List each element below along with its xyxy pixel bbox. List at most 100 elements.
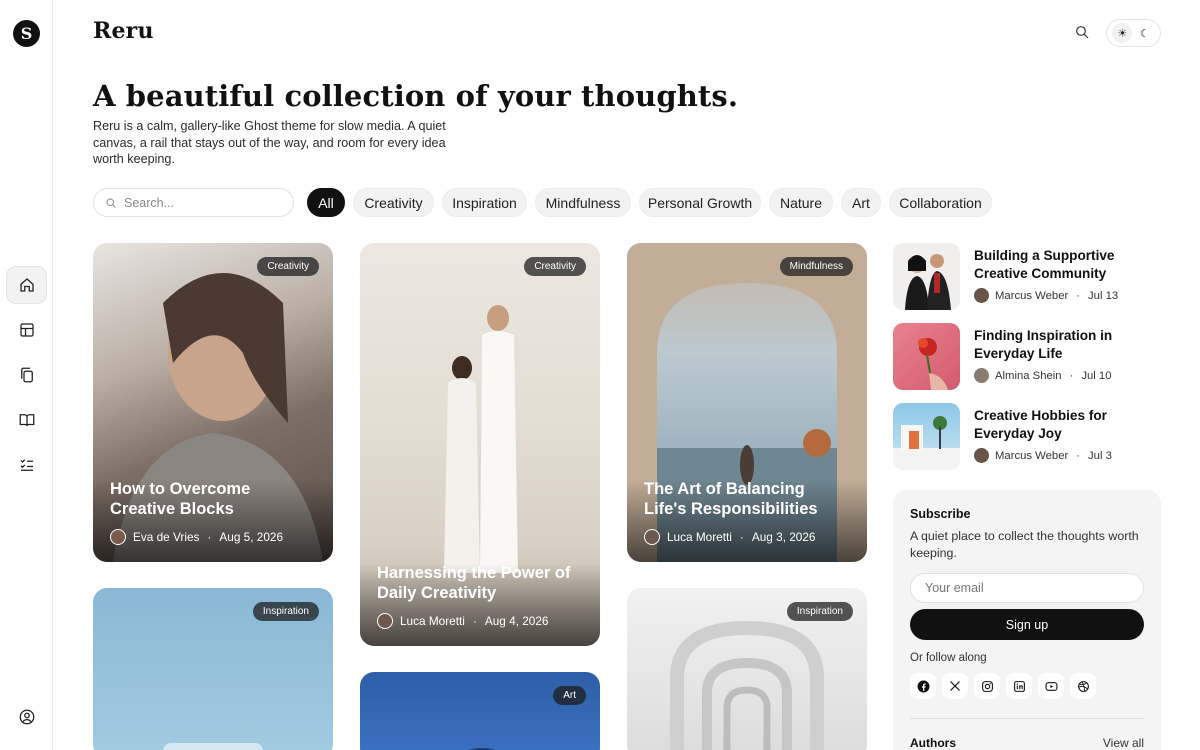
- category-badge[interactable]: Creativity: [257, 257, 319, 276]
- separator: ·: [1069, 369, 1074, 382]
- tag-nature[interactable]: Nature: [769, 188, 833, 217]
- post-card[interactable]: Inspiration: [627, 588, 867, 750]
- post-meta: Marcus Weber · Jul 13: [974, 288, 1118, 303]
- authors-heading: Authors: [910, 736, 956, 750]
- checklist-icon[interactable]: [6, 446, 47, 484]
- tag-mindfulness[interactable]: Mindfulness: [535, 188, 631, 217]
- email-field[interactable]: [910, 573, 1144, 603]
- sun-icon[interactable]: ☀: [1112, 23, 1133, 43]
- avatar[interactable]: [110, 529, 126, 545]
- separator: ·: [1076, 449, 1081, 462]
- linkedin-icon[interactable]: [1006, 673, 1032, 699]
- post-date: Aug 5, 2026: [219, 530, 284, 544]
- copy-icon[interactable]: [6, 356, 47, 394]
- post-image: [467, 748, 497, 750]
- side-post-item[interactable]: Creative Hobbies for Everyday Joy Marcus…: [893, 403, 1161, 470]
- side-post-item[interactable]: Building a Supportive Creative Community…: [893, 243, 1161, 310]
- author-name[interactable]: Eva de Vries: [133, 530, 199, 544]
- card-overlay: How to Overcome Creative Blocks Eva de V…: [93, 479, 333, 562]
- social-links: [910, 673, 1144, 699]
- moon-icon[interactable]: ☾: [1135, 23, 1155, 43]
- post-date: Jul 13: [1088, 289, 1119, 302]
- follow-label: Or follow along: [910, 652, 987, 664]
- site-brand[interactable]: Reru: [93, 18, 154, 44]
- post-title[interactable]: The Art of Balancing Life's Responsibili…: [644, 479, 850, 519]
- post-card[interactable]: Creativity Harnessing the Power of Daily…: [360, 243, 600, 646]
- email-input[interactable]: [925, 581, 1125, 595]
- post-image: [918, 338, 948, 390]
- post-date: Jul 3: [1088, 449, 1112, 462]
- search-field[interactable]: [93, 188, 294, 217]
- layout-icon[interactable]: [6, 311, 47, 349]
- sign-up-button[interactable]: Sign up: [910, 609, 1144, 640]
- dribbble-icon[interactable]: [1070, 673, 1096, 699]
- post-date: Jul 10: [1081, 369, 1112, 382]
- search-input[interactable]: [124, 195, 284, 210]
- author-name[interactable]: Luca Moretti: [667, 530, 732, 544]
- facebook-icon[interactable]: [910, 673, 936, 699]
- post-thumbnail[interactable]: [893, 323, 960, 390]
- tag-creativity[interactable]: Creativity: [353, 188, 434, 217]
- theme-toggle[interactable]: ☀ ☾: [1106, 19, 1161, 47]
- site-logo-icon[interactable]: S: [13, 20, 40, 47]
- avatar[interactable]: [644, 529, 660, 545]
- post-card[interactable]: Creativity How to Overcome Creative Bloc…: [93, 243, 333, 562]
- category-badge[interactable]: Art: [553, 686, 586, 705]
- post-image: [893, 416, 960, 470]
- post-thumbnail[interactable]: [893, 243, 960, 310]
- post-date: Aug 4, 2026: [484, 614, 549, 628]
- post-date: Aug 3, 2026: [751, 530, 816, 544]
- search-icon[interactable]: [1074, 24, 1092, 42]
- post-card[interactable]: Art: [360, 672, 600, 750]
- post-meta: Luca Moretti · Aug 3, 2026: [644, 529, 850, 545]
- author-name[interactable]: Almina Shein: [995, 370, 1062, 382]
- tag-collaboration[interactable]: Collaboration: [889, 188, 992, 217]
- category-badge[interactable]: Inspiration: [252, 602, 319, 621]
- separator: ·: [472, 614, 477, 628]
- search-icon: [106, 198, 116, 208]
- separator: ·: [1076, 289, 1081, 302]
- post-meta: Marcus Weber · Jul 3: [974, 448, 1112, 463]
- card-overlay: The Art of Balancing Life's Responsibili…: [627, 479, 867, 562]
- avatar[interactable]: [377, 613, 393, 629]
- author-name[interactable]: Marcus Weber: [995, 450, 1068, 462]
- category-badge[interactable]: Inspiration: [786, 602, 853, 621]
- x-icon[interactable]: [942, 673, 968, 699]
- instagram-icon[interactable]: [974, 673, 1000, 699]
- post-meta: Eva de Vries · Aug 5, 2026: [110, 529, 316, 545]
- hero-description: Reru is a calm, gallery-like Ghost theme…: [93, 119, 446, 167]
- post-card[interactable]: Mindfulness The Art of Balancing Life's …: [627, 243, 867, 562]
- tag-art[interactable]: Art: [841, 188, 881, 217]
- post-title[interactable]: Harnessing the Power of Daily Creativity: [377, 563, 583, 603]
- account-icon[interactable]: [6, 698, 47, 736]
- youtube-icon[interactable]: [1038, 673, 1064, 699]
- sidebar-rail: S: [0, 0, 53, 750]
- avatar[interactable]: [974, 288, 989, 303]
- subscribe-heading: Subscribe: [910, 507, 971, 521]
- tag-personal-growth[interactable]: Personal Growth: [639, 188, 761, 217]
- side-post-item[interactable]: Finding Inspiration in Everyday Life Alm…: [893, 323, 1161, 390]
- separator: ·: [739, 530, 744, 544]
- side-post-title[interactable]: Finding Inspiration in Everyday Life: [974, 327, 1124, 362]
- post-image: [905, 254, 951, 310]
- side-post-title[interactable]: Creative Hobbies for Everyday Joy: [974, 407, 1124, 442]
- book-icon[interactable]: [6, 401, 47, 439]
- separator: ·: [207, 530, 212, 544]
- category-badge[interactable]: Creativity: [524, 257, 586, 276]
- tag-inspiration[interactable]: Inspiration: [442, 188, 527, 217]
- side-post-title[interactable]: Building a Supportive Creative Community: [974, 247, 1124, 282]
- author-name[interactable]: Marcus Weber: [995, 290, 1068, 302]
- subscribe-description: A quiet place to collect the thoughts wo…: [910, 529, 1139, 560]
- avatar[interactable]: [974, 448, 989, 463]
- avatar[interactable]: [974, 368, 989, 383]
- view-all-link[interactable]: View all: [1103, 736, 1144, 750]
- authors-section: Authors View all: [910, 718, 1144, 750]
- home-icon[interactable]: [6, 266, 47, 304]
- tag-all[interactable]: All: [307, 188, 345, 217]
- post-meta: Luca Moretti · Aug 4, 2026: [377, 613, 583, 629]
- post-thumbnail[interactable]: [893, 403, 960, 470]
- author-name[interactable]: Luca Moretti: [400, 614, 465, 628]
- post-title[interactable]: How to Overcome Creative Blocks: [110, 479, 316, 519]
- category-badge[interactable]: Mindfulness: [779, 257, 853, 276]
- post-card[interactable]: Inspiration: [93, 588, 333, 750]
